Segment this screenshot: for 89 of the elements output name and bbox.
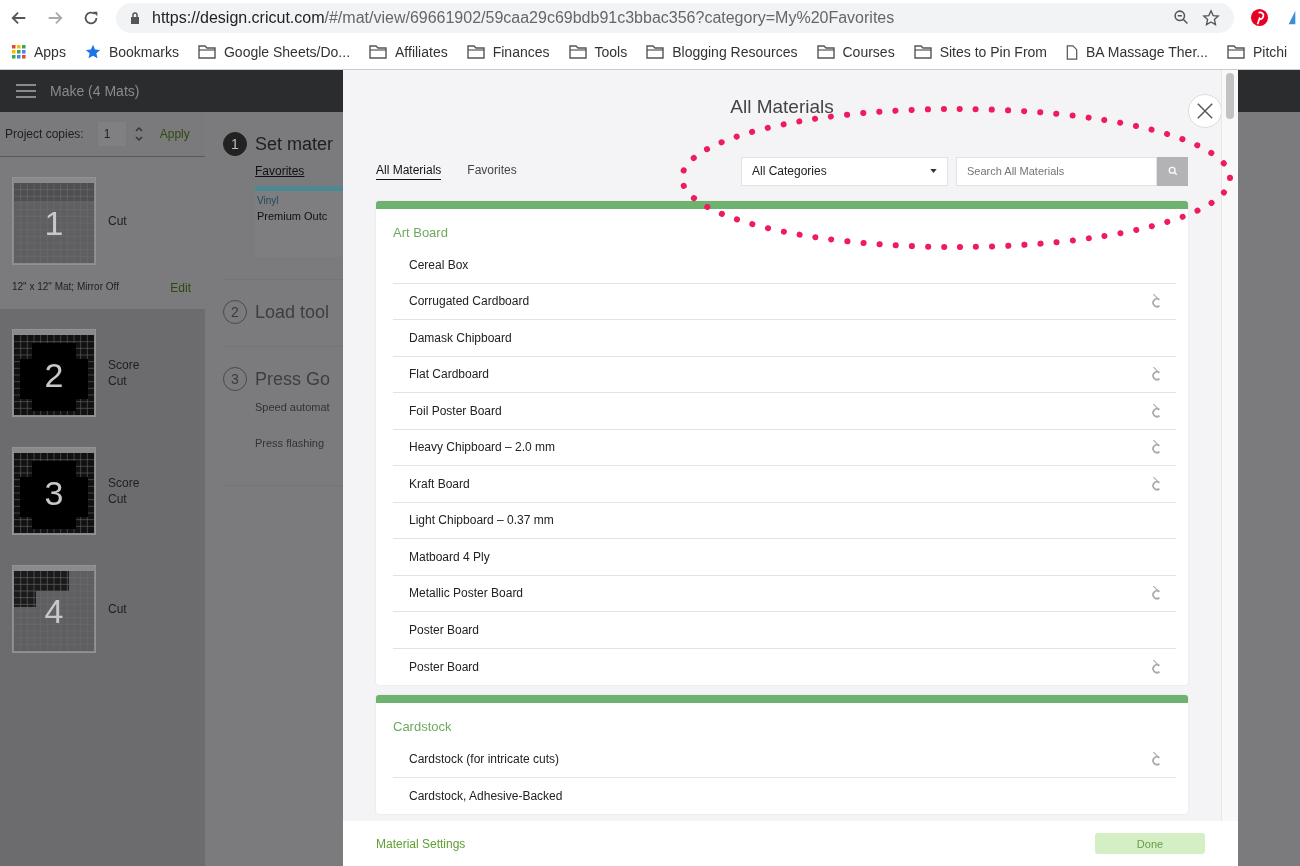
blade-icon [1150,439,1162,456]
mat-info: 12" x 12" Mat; Mirror Off [12,281,119,294]
star-icon [84,44,101,60]
blade-icon [1150,402,1162,419]
page-icon [1066,44,1078,60]
material-row[interactable]: Light Chipboard – 0.37 mm [393,502,1176,539]
blade-icon [1150,366,1162,383]
bookmark[interactable]: Finances [466,44,550,60]
blade-icon [1150,658,1162,675]
stepper-icon[interactable] [133,124,144,144]
material-tab[interactable]: Favorites [467,162,517,180]
star-icon[interactable] [1202,8,1220,27]
mat-thumbnail: 1 [12,177,96,265]
step-note: Press flashing [255,437,326,449]
mat-thumbnail: 2 [12,329,96,417]
zoom-icon[interactable] [1173,9,1190,26]
material-name: Premium Outc [257,210,329,222]
lock-icon [130,11,140,24]
material-row[interactable]: Corrugated Cardboard [393,283,1176,320]
material-row[interactable]: Heavy Chipboard – 2.0 mm [393,429,1176,466]
operation-label: Score [108,475,140,491]
menu-icon[interactable] [16,84,36,98]
material-row[interactable]: Cardstock (for intricate cuts) [393,741,1176,778]
bookmark[interactable]: Tools [568,44,628,60]
folder-icon [646,45,665,59]
folder-icon [466,45,485,59]
folder-icon [1226,45,1245,59]
mat-thumbnail: 3 [12,447,96,535]
bookmark[interactable]: Bookmarks [84,44,179,60]
mat-item[interactable]: 4 Cut [0,545,205,663]
operation-label: Cut [108,213,127,229]
category-dropdown[interactable]: All Categories [741,156,948,186]
mat-item[interactable]: 1 Cut 12" x 12" Mat; Mirror Off Edit [0,157,205,309]
bookmark[interactable]: Pitchi [1226,44,1288,60]
operation-label: Score [108,357,140,373]
material-row[interactable]: Poster Board [393,612,1176,649]
address-bar[interactable]: https://design.cricut.com/#/mat/view/69661902/59caa29c69bdb91c3bbac356?category=My%20Favorites [116,2,1234,33]
blade-icon [1150,585,1162,602]
step-title: Load tool [255,301,330,323]
mat-item[interactable]: 3 Score Cut [0,427,205,545]
bookmark[interactable]: Apps [12,44,66,60]
blade-icon [1150,293,1162,310]
material-row[interactable]: Cardstock, Adhesive-Backed [393,777,1176,814]
folder-icon [913,45,932,59]
material-row[interactable]: Cereal Box [393,247,1176,284]
material-row[interactable]: Poster Board [393,648,1176,685]
step-title: Set mater [255,133,334,155]
material-row[interactable]: Kraft Board [393,466,1176,503]
group-heading: Cardstock [393,719,453,734]
bookmark[interactable]: Blogging Resources [646,44,798,60]
step-number: 1 [223,132,247,156]
group-heading: Art Board [393,225,449,240]
operation-label: Cut [108,491,128,507]
scrollbar[interactable] [1221,70,1238,821]
close-icon [1196,102,1214,120]
material-tab[interactable]: All Materials [376,162,442,180]
close-button[interactable] [1188,94,1222,128]
apps-grid-icon [12,45,26,59]
header-title: Make (4 Mats) [50,83,140,99]
mat-item[interactable]: 2 Score Cut [0,309,205,427]
blade-icon [1150,475,1162,492]
material-row[interactable]: Foil Poster Board [393,393,1176,430]
material-row[interactable]: Flat Cardboard [393,356,1176,393]
caret-icon [930,169,937,173]
pin-icon[interactable] [1250,8,1269,27]
material-row[interactable]: Metallic Poster Board [393,575,1176,612]
bookmark[interactable]: BA Massage Ther... [1066,44,1208,60]
material-row[interactable]: Matboard 4 Ply [393,539,1176,576]
folder-icon [369,45,388,59]
copies-field[interactable]: 1 [97,122,126,146]
dialog-title: All Materials [730,96,834,118]
bookmark[interactable]: Courses [816,44,895,60]
bookmark[interactable]: Google Sheets/Do... [197,44,351,60]
mat-thumbnail: 4 [12,565,96,653]
material-row[interactable]: Damask Chipboard [393,320,1176,357]
operation-label: Cut [108,601,127,617]
blade-icon [1150,750,1162,767]
folder-icon [197,45,216,59]
folder-icon [816,45,835,59]
material-category: Vinyl [257,195,280,206]
copies-label: Project copies: [5,127,84,141]
folder-icon [568,45,587,59]
bookmark[interactable]: Sites to Pin From [913,44,1047,60]
operation-label: Cut [108,373,128,389]
search-icon [1167,166,1178,176]
search-field[interactable]: Search All Materials [956,156,1157,186]
bookmark[interactable]: Affiliates [369,44,448,60]
step-note: Speed automat [255,401,331,413]
step-title: Press Go [255,368,331,390]
